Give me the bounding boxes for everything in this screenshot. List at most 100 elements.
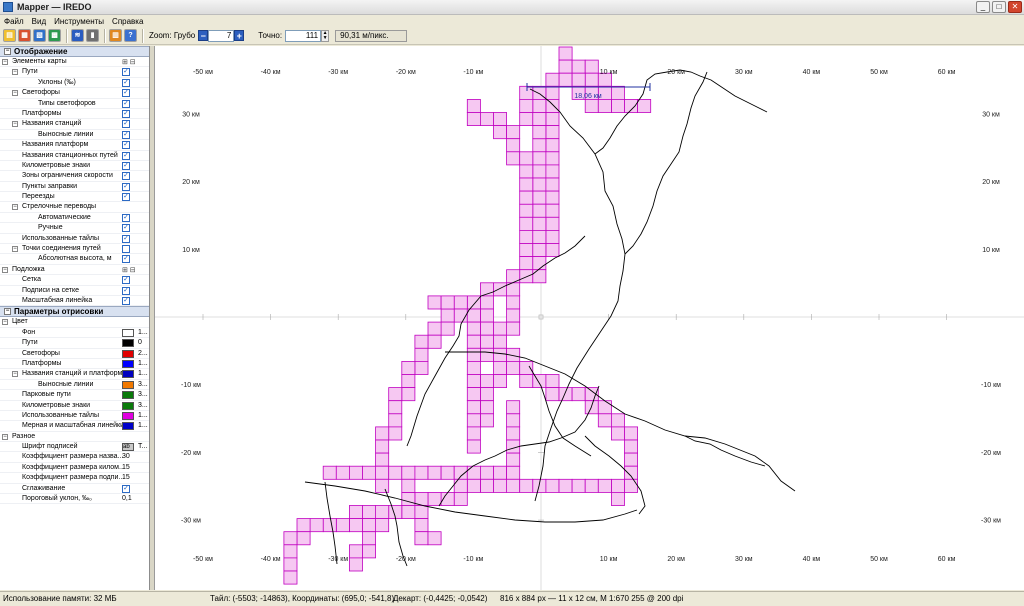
property-row[interactable]: Абсолютная высота, м ✓	[0, 254, 149, 265]
property-row[interactable]: Зоны ограничения скорости ✓	[0, 171, 149, 182]
property-row[interactable]: − Разное	[0, 432, 149, 443]
expand-toggle-icon[interactable]: −	[2, 266, 8, 273]
map-canvas[interactable]: -50 км -50 км -40 км -40 км -30 км -30 км -20 …	[155, 46, 1024, 590]
checkbox[interactable]: ✓	[122, 286, 130, 295]
property-row[interactable]: Километровые знаки 3...	[0, 401, 149, 411]
checkbox[interactable]: ✓	[122, 130, 130, 139]
property-row[interactable]: − Элементы карты ⊞ ⊟	[0, 57, 149, 68]
load-map-icon[interactable]: ▦	[18, 29, 31, 42]
property-row[interactable]: Ручные ✓	[0, 223, 149, 234]
maximize-button[interactable]: □	[992, 1, 1006, 13]
property-row[interactable]: Пороговый уклон, ‰₀ 0,1	[0, 494, 149, 505]
map-view[interactable]: -50 км -50 км -40 км -40 км -30 км -30 км -20 …	[154, 46, 1024, 590]
color-swatch[interactable]	[122, 359, 134, 368]
expand-collapse-all-icon[interactable]: ⊞ ⊟	[122, 58, 136, 66]
property-row[interactable]: Километровые знаки ✓	[0, 161, 149, 172]
menu-tools[interactable]: Инструменты	[54, 17, 104, 26]
property-row[interactable]: Использованные тайлы 1...	[0, 411, 149, 422]
battery-icon[interactable]: ▮	[86, 29, 99, 42]
checkbox[interactable]: ✓	[122, 89, 130, 98]
precise-input[interactable]: 111	[285, 29, 322, 42]
property-row[interactable]: Коэффициент размера назва... 30	[0, 452, 149, 463]
checkbox[interactable]: ✓	[122, 484, 130, 493]
color-swatch[interactable]	[122, 328, 134, 337]
property-row[interactable]: − Стрелочные переводы	[0, 202, 149, 213]
color-swatch[interactable]	[122, 411, 134, 420]
property-row[interactable]: − Цвет	[0, 317, 149, 328]
render-icon[interactable]: ≋	[71, 29, 84, 42]
export-icon[interactable]: ▩	[48, 29, 61, 42]
property-row[interactable]: Автоматические ✓	[0, 213, 149, 224]
property-row[interactable]: Пункты заправки ✓	[0, 182, 149, 193]
property-row[interactable]: − Подложка ⊞ ⊟	[0, 265, 149, 276]
property-row[interactable]: Мерная и масштабная линейки 1...	[0, 421, 149, 432]
checkbox[interactable]: ✓	[122, 141, 130, 150]
property-row[interactable]: Шрифт подписей ab T...	[0, 442, 149, 453]
checkbox[interactable]: ✓	[122, 224, 130, 233]
property-row[interactable]: Коэффициент размера килом... 15	[0, 463, 149, 474]
property-row[interactable]: − Точки соединения путей	[0, 244, 149, 255]
property-row[interactable]: Коэффициент размера подпи... 15	[0, 473, 149, 484]
property-row[interactable]: Подписи на сетке ✓	[0, 286, 149, 296]
property-row[interactable]: Парковые пути 3...	[0, 390, 149, 401]
checkbox[interactable]: ✓	[122, 109, 130, 118]
color-swatch[interactable]	[122, 422, 134, 431]
checkbox[interactable]: ✓	[122, 151, 130, 160]
property-row[interactable]: Типы светофоров ✓	[0, 99, 149, 109]
property-row[interactable]: Выносные линии 3...	[0, 380, 149, 391]
minimize-button[interactable]: _	[976, 1, 990, 13]
property-value[interactable]: 30	[122, 452, 130, 461]
checkbox[interactable]: ✓	[122, 296, 130, 305]
params-section-header[interactable]: − Параметры отрисовки	[0, 306, 149, 318]
checkbox[interactable]: ✓	[122, 68, 130, 77]
expand-toggle-icon[interactable]: −	[2, 433, 8, 440]
property-row[interactable]: Переезды ✓	[0, 192, 149, 203]
checkbox[interactable]: ✓	[122, 255, 130, 264]
checkbox[interactable]: ✓	[122, 234, 130, 243]
expand-toggle-icon[interactable]: −	[12, 371, 18, 378]
color-swatch[interactable]	[122, 349, 134, 358]
property-row[interactable]: Масштабная линейка ✓	[0, 296, 149, 307]
property-row[interactable]: Уклоны (‰) ✓	[0, 78, 149, 89]
save-map-icon[interactable]: ▧	[33, 29, 46, 42]
checkbox[interactable]: ✓	[122, 172, 130, 181]
checkbox[interactable]: ✓	[122, 193, 130, 202]
stats-icon[interactable]: ▥	[109, 29, 122, 42]
expand-toggle-icon[interactable]: −	[12, 246, 18, 253]
property-value[interactable]: 15	[122, 463, 130, 472]
zoom-input[interactable]: 7	[208, 29, 235, 42]
property-row[interactable]: Платформы 1...	[0, 359, 149, 370]
expand-toggle-icon[interactable]: −	[12, 69, 18, 76]
checkbox[interactable]: ✓	[122, 213, 130, 222]
checkbox[interactable]: ✓	[122, 182, 130, 191]
collapse-icon[interactable]: −	[4, 48, 11, 55]
expand-toggle-icon[interactable]: −	[2, 319, 8, 326]
font-preview[interactable]: ab	[122, 443, 134, 452]
checkbox[interactable]: ✓	[122, 78, 130, 87]
color-swatch[interactable]	[122, 391, 134, 400]
expand-toggle-icon[interactable]: −	[12, 121, 18, 128]
color-swatch[interactable]	[122, 370, 134, 379]
property-row[interactable]: Названия платформ ✓	[0, 140, 149, 151]
checkbox[interactable]	[122, 245, 130, 254]
collapse-icon[interactable]: −	[4, 308, 11, 316]
close-button[interactable]: ✕	[1008, 1, 1022, 13]
menu-view[interactable]: Вид	[32, 17, 46, 26]
checkbox[interactable]: ✓	[122, 99, 130, 108]
property-row[interactable]: Сглаживание ✓	[0, 484, 149, 495]
property-row[interactable]: Использованные тайлы ✓	[0, 234, 149, 245]
property-row[interactable]: Выносные линии ✓	[0, 130, 149, 141]
help-icon[interactable]: ?	[124, 29, 137, 42]
checkbox[interactable]: ✓	[122, 120, 130, 129]
display-section-header[interactable]: − Отображение	[0, 46, 149, 57]
checkbox[interactable]: ✓	[122, 161, 130, 170]
open-folder-icon[interactable]: ▤	[3, 29, 16, 42]
property-row[interactable]: − Названия станций и платформ 1...	[0, 369, 149, 380]
property-row[interactable]: − Светофоры ✓	[0, 88, 149, 99]
color-swatch[interactable]	[122, 339, 134, 348]
color-swatch[interactable]	[122, 401, 134, 410]
zoom-out-button[interactable]: −	[198, 30, 209, 41]
property-row[interactable]: Названия станционных путей ✓	[0, 151, 149, 161]
expand-toggle-icon[interactable]: −	[12, 90, 18, 97]
property-row[interactable]: − Пути ✓	[0, 67, 149, 78]
